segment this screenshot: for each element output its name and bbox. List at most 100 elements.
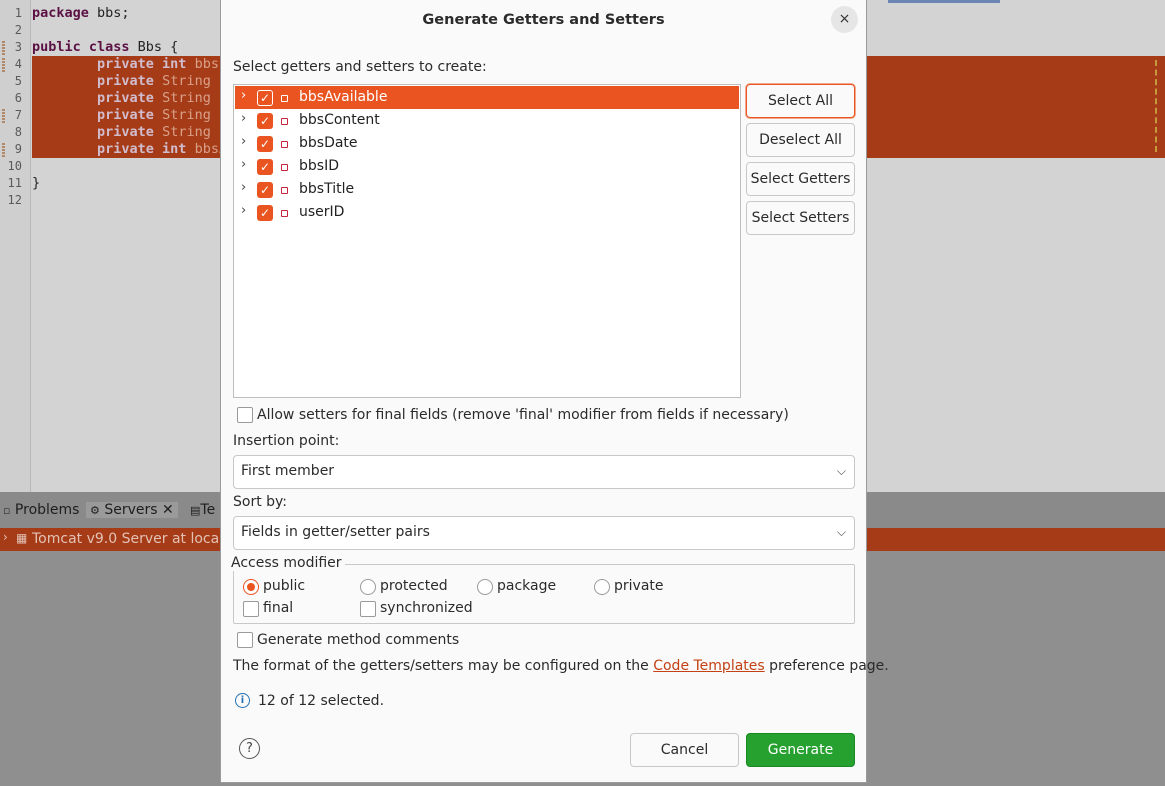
field-private-icon bbox=[281, 141, 288, 148]
radio-package[interactable] bbox=[477, 579, 493, 595]
change-marker bbox=[2, 108, 5, 123]
server-icon: ▦ bbox=[16, 531, 28, 545]
code-line-selected: private String b bbox=[32, 73, 227, 90]
tab-terminal[interactable]: ▤Te bbox=[190, 502, 215, 518]
tab-problems[interactable]: ▫ Problems bbox=[3, 502, 79, 518]
editor-tab-indicator bbox=[888, 0, 1000, 3]
field-checkbox[interactable]: ✓ bbox=[257, 205, 273, 221]
field-checkbox[interactable]: ✓ bbox=[257, 159, 273, 175]
field-checkbox[interactable]: ✓ bbox=[257, 90, 273, 106]
tab-servers[interactable]: ⚙ Servers ✕ bbox=[86, 502, 178, 518]
access-modifier-title: Access modifier bbox=[231, 555, 345, 571]
sort-by-value: Fields in getter/setter pairs bbox=[241, 524, 430, 540]
tree-row-bbscontent[interactable]: › ✓ bbsContent bbox=[235, 109, 739, 132]
cancel-button[interactable]: Cancel bbox=[630, 733, 739, 767]
code-line-selected: private int bbsI bbox=[32, 56, 227, 73]
field-private-icon bbox=[281, 210, 288, 217]
selection-status: 12 of 12 selected. bbox=[258, 693, 385, 709]
server-label: Tomcat v9.0 Server at localh bbox=[32, 531, 232, 547]
select-getters-button[interactable]: Select Getters bbox=[746, 162, 855, 196]
problems-icon: ▫ bbox=[3, 504, 11, 517]
final-label: final bbox=[263, 600, 294, 616]
radio-public-label: public bbox=[263, 578, 306, 594]
info-icon: i bbox=[235, 693, 250, 708]
chevron-right-icon[interactable]: › bbox=[241, 157, 246, 172]
insertion-point-value: First member bbox=[241, 463, 335, 479]
change-marker bbox=[2, 40, 5, 55]
code-line: package bbs; bbox=[32, 5, 130, 21]
sort-by-label: Sort by: bbox=[233, 494, 288, 510]
generate-comments-checkbox[interactable] bbox=[237, 632, 253, 648]
line-number: 12 bbox=[7, 193, 22, 207]
code-line-selected: private String u bbox=[32, 90, 227, 107]
close-button[interactable]: × bbox=[831, 6, 858, 33]
radio-protected-label: protected bbox=[380, 578, 448, 594]
radio-private-label: private bbox=[614, 578, 664, 594]
line-number: 10 bbox=[7, 159, 22, 173]
final-checkbox[interactable] bbox=[243, 601, 259, 617]
field-private-icon bbox=[281, 118, 288, 125]
field-label: bbsContent bbox=[299, 112, 380, 128]
field-checkbox[interactable]: ✓ bbox=[257, 113, 273, 129]
chevron-right-icon[interactable]: › bbox=[241, 111, 246, 126]
terminal-icon: ▤ bbox=[190, 504, 201, 517]
field-label: bbsID bbox=[299, 158, 339, 174]
generate-comments-label: Generate method comments bbox=[257, 632, 460, 648]
tree-row-bbsid[interactable]: › ✓ bbsID bbox=[235, 155, 739, 178]
close-tab-icon[interactable]: ✕ bbox=[162, 502, 174, 518]
generate-button[interactable]: Generate bbox=[746, 733, 855, 767]
field-label: bbsDate bbox=[299, 135, 358, 151]
chevron-down-icon: ⌵ bbox=[836, 464, 846, 478]
tree-row-bbsavailable[interactable]: › ✓ bbsAvailable bbox=[235, 86, 739, 109]
radio-public[interactable] bbox=[243, 579, 259, 595]
code-line-selected: private String b bbox=[32, 124, 227, 141]
change-marker bbox=[2, 57, 5, 72]
field-checkbox[interactable]: ✓ bbox=[257, 136, 273, 152]
chevron-right-icon[interactable]: › bbox=[241, 180, 246, 195]
tree-row-userid[interactable]: › ✓ userID bbox=[235, 201, 739, 224]
chevron-right-icon[interactable]: › bbox=[3, 530, 8, 544]
synchronized-label: synchronized bbox=[380, 600, 473, 616]
field-checkbox[interactable]: ✓ bbox=[257, 182, 273, 198]
select-all-button[interactable]: Select All bbox=[746, 84, 855, 118]
chevron-right-icon[interactable]: › bbox=[241, 134, 246, 149]
change-marker bbox=[2, 142, 5, 157]
overview-ruler[interactable] bbox=[1155, 60, 1165, 152]
dialog-title: Generate Getters and Setters bbox=[422, 12, 665, 28]
line-number-gutter: 1 2 3 4 5 6 7 8 9 10 11 12 bbox=[0, 0, 31, 492]
tree-row-bbstitle[interactable]: › ✓ bbsTitle bbox=[235, 178, 739, 201]
synchronized-checkbox[interactable] bbox=[360, 601, 376, 617]
radio-private[interactable] bbox=[594, 579, 610, 595]
access-modifier-group bbox=[233, 564, 855, 624]
chevron-down-icon: ⌵ bbox=[836, 525, 846, 539]
line-number: 2 bbox=[14, 23, 22, 37]
sort-by-select[interactable]: Fields in getter/setter pairs ⌵ bbox=[233, 516, 855, 550]
fields-tree[interactable]: › ✓ bbsAvailable › ✓ bbsContent › ✓ bbsD… bbox=[233, 84, 741, 398]
radio-protected[interactable] bbox=[360, 579, 376, 595]
code-templates-link[interactable]: Code Templates bbox=[653, 658, 764, 674]
radio-package-label: package bbox=[497, 578, 557, 594]
field-label: bbsAvailable bbox=[299, 89, 388, 105]
tree-row-bbsdate[interactable]: › ✓ bbsDate bbox=[235, 132, 739, 155]
field-label: userID bbox=[299, 204, 345, 220]
line-number: 11 bbox=[7, 176, 22, 190]
select-setters-button[interactable]: Select Setters bbox=[746, 201, 855, 235]
insertion-point-label: Insertion point: bbox=[233, 433, 340, 449]
code-line-selected: private String b bbox=[32, 107, 227, 124]
field-private-icon bbox=[281, 95, 288, 102]
generate-getters-setters-dialog: Generate Getters and Setters × Select ge… bbox=[220, 0, 889, 783]
help-icon[interactable]: ? bbox=[239, 738, 260, 759]
code-line: public class Bbs { bbox=[32, 39, 179, 55]
servers-icon: ⚙ bbox=[90, 504, 100, 517]
code-line: } bbox=[32, 175, 41, 191]
insertion-point-select[interactable]: First member ⌵ bbox=[233, 455, 855, 489]
line-number: 8 bbox=[14, 125, 22, 139]
format-info-text: The format of the getters/setters may be… bbox=[233, 658, 889, 674]
deselect-all-button[interactable]: Deselect All bbox=[746, 123, 855, 157]
chevron-right-icon[interactable]: › bbox=[241, 203, 246, 218]
allow-setters-final-checkbox[interactable] bbox=[237, 407, 253, 423]
field-label: bbsTitle bbox=[299, 181, 355, 197]
line-number: 1 bbox=[14, 6, 22, 20]
field-private-icon bbox=[281, 187, 288, 194]
chevron-right-icon[interactable]: › bbox=[241, 88, 246, 103]
